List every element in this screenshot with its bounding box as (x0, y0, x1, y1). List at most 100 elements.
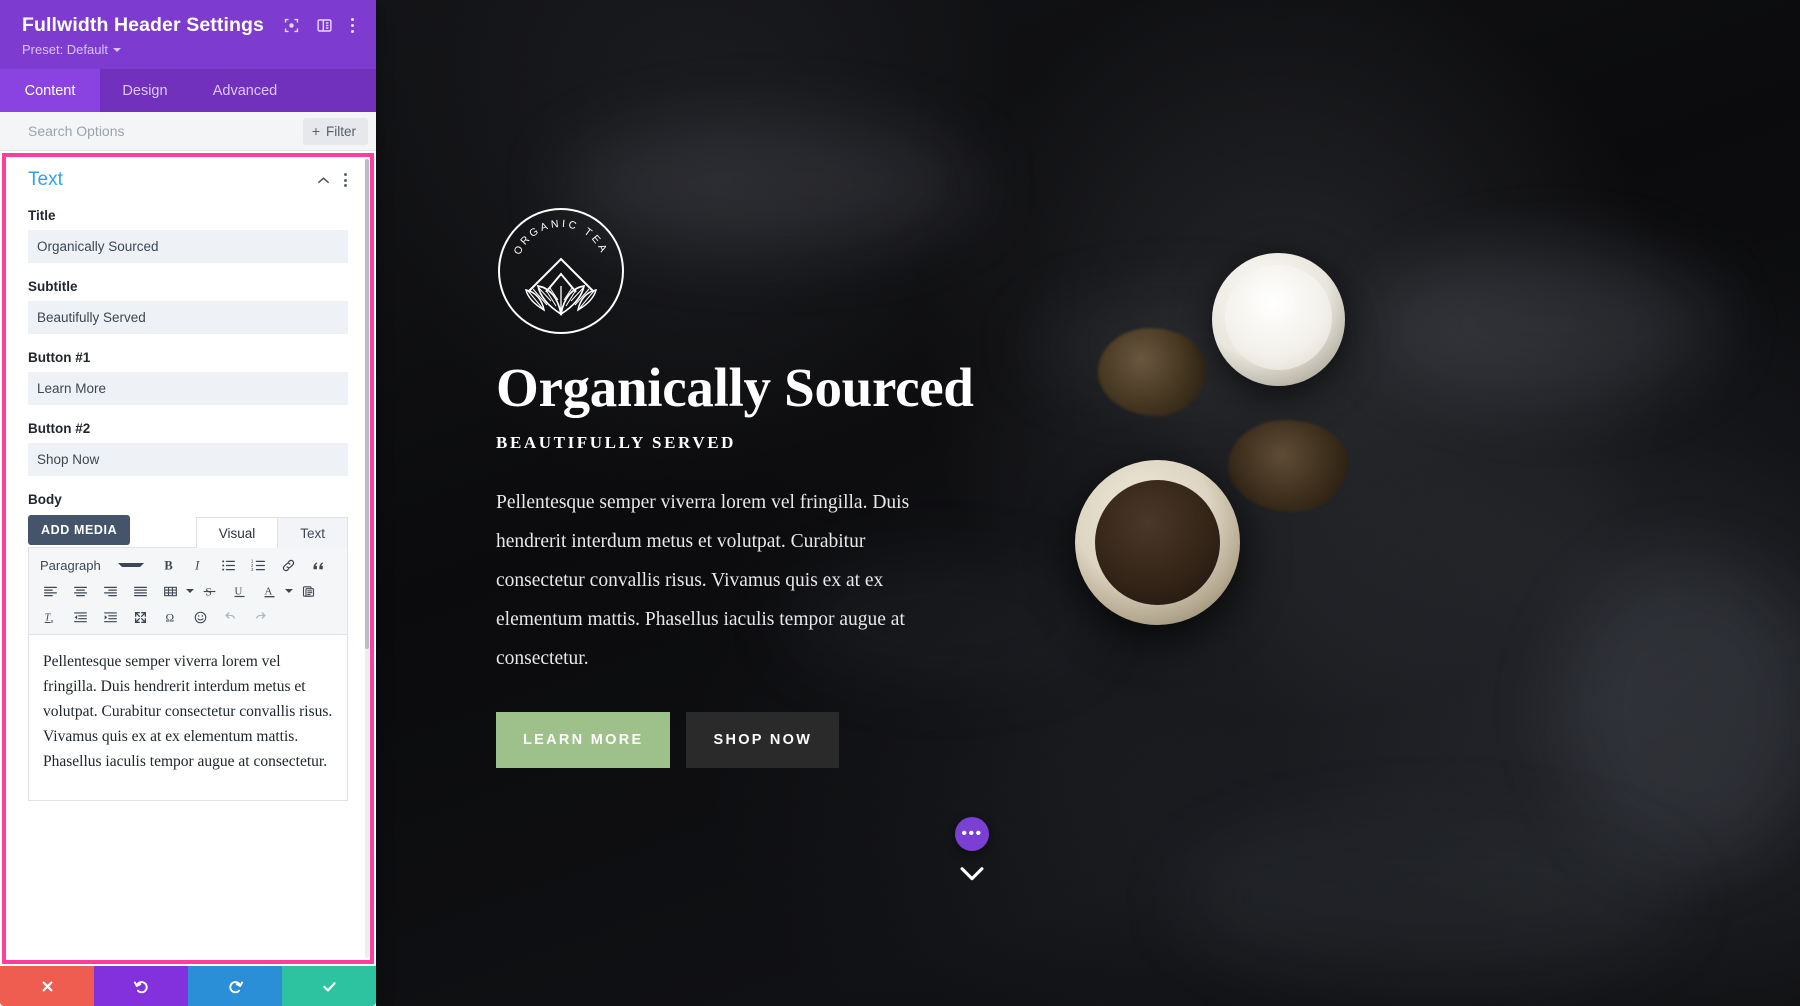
panel-title: Fullwidth Header Settings (22, 14, 264, 36)
button2-field[interactable] (28, 443, 348, 476)
panel-body: Text Title Subtitle B (0, 151, 376, 966)
tea-leaf-pile (1098, 328, 1206, 416)
svg-text:S: S (205, 585, 211, 598)
subtitle-field[interactable] (28, 301, 348, 334)
layout-columns-icon[interactable] (316, 17, 333, 34)
indent-icon[interactable] (95, 605, 125, 630)
hero-body-text: Pellentesque semper viverra lorem vel fr… (496, 492, 910, 670)
svg-text:ORGANIC TEA: ORGANIC TEA (512, 218, 611, 257)
table-icon[interactable] (155, 579, 185, 604)
body-editor-text: Pellentesque semper viverra lorem vel fr… (43, 653, 333, 771)
bold-icon[interactable]: B (153, 553, 183, 578)
tea-bowl-prop (1075, 460, 1240, 625)
save-button[interactable] (282, 966, 376, 1006)
kebab-menu-icon[interactable] (343, 172, 348, 188)
text-color-menu[interactable]: A (254, 579, 293, 604)
strikethrough-icon[interactable]: S (194, 579, 224, 604)
chevron-down-icon (118, 563, 144, 567)
svg-text:Ω: Ω (165, 611, 174, 624)
fullscreen-icon[interactable] (125, 605, 155, 630)
bulleted-list-icon[interactable] (213, 553, 243, 578)
body-rich-text-editor: ADD MEDIA Visual Text Paragraph B I 1 2 … (28, 514, 348, 801)
body-editor-content-area[interactable]: Pellentesque semper viverra lorem vel fr… (28, 635, 348, 801)
text-section-header: Text (28, 169, 348, 191)
format-select[interactable]: Paragraph (35, 553, 153, 578)
panel-action-bar (0, 966, 376, 1006)
button1-field[interactable] (28, 372, 348, 405)
redo-button[interactable] (188, 966, 282, 1006)
field-subtitle: Subtitle (28, 279, 348, 334)
undo-button[interactable] (94, 966, 188, 1006)
editor-toolbar: Paragraph B I 1 2 3 S U A T x Ω (28, 547, 348, 635)
align-right-icon[interactable] (95, 579, 125, 604)
hero-title: Organically Sourced (496, 357, 974, 418)
field-title: Title (28, 208, 348, 263)
tab-advanced[interactable]: Advanced (190, 69, 300, 112)
underline-icon[interactable]: U (224, 579, 254, 604)
focus-target-icon[interactable] (283, 17, 300, 34)
format-select-value: Paragraph (40, 557, 101, 573)
clear-formatting-icon[interactable]: T x (35, 605, 65, 630)
align-left-icon[interactable] (35, 579, 65, 604)
redo-icon[interactable] (245, 605, 275, 630)
filter-label: Filter (326, 123, 356, 139)
field-label: Title (28, 208, 56, 223)
italic-icon[interactable]: I (183, 553, 213, 578)
field-button1: Button #1 (28, 350, 348, 405)
editor-tab-text[interactable]: Text (277, 517, 348, 548)
chevron-up-icon[interactable] (317, 174, 330, 187)
search-input[interactable] (28, 123, 303, 139)
tab-content[interactable]: Content (0, 69, 100, 112)
field-label: Button #1 (28, 350, 91, 365)
panel-scrollbar-thumb[interactable] (365, 159, 369, 649)
page-settings-fab[interactable]: ••• (955, 817, 989, 851)
section-title: Text (28, 169, 63, 190)
align-justify-icon[interactable] (125, 579, 155, 604)
numbered-list-icon[interactable]: 1 2 3 (243, 553, 273, 578)
hero-buttons: LEARN MORE SHOP NOW (496, 712, 1056, 769)
field-label: Body (28, 492, 62, 507)
text-color-icon[interactable]: A (254, 579, 284, 604)
add-media-button[interactable]: ADD MEDIA (28, 515, 131, 545)
close-icon (42, 981, 52, 991)
plus-icon: + (311, 123, 320, 139)
chevron-down-icon[interactable] (955, 856, 989, 890)
paste-icon[interactable] (293, 579, 323, 604)
svg-text:B: B (164, 558, 172, 572)
undo-icon[interactable] (215, 605, 245, 630)
field-label: Subtitle (28, 279, 78, 294)
organic-tea-logo: ORGANIC TEA (496, 206, 626, 336)
search-bar: + Filter (0, 112, 376, 151)
editor-tab-visual[interactable]: Visual (195, 517, 279, 548)
preset-label: Preset: Default (22, 42, 108, 57)
blockquote-icon[interactable] (303, 553, 333, 578)
redo-icon (228, 980, 243, 993)
hero-content: ORGANIC TEA Organically Sourced BEAUTIFU… (496, 206, 1056, 769)
tea-leaf-pile (1228, 420, 1348, 512)
tab-design[interactable]: Design (100, 69, 190, 112)
check-icon (322, 981, 336, 992)
discard-button[interactable] (0, 966, 94, 1006)
emoji-icon[interactable] (185, 605, 215, 630)
field-button2: Button #2 (28, 421, 348, 476)
field-label: Button #2 (28, 421, 91, 436)
svg-text:U: U (234, 585, 242, 597)
toolbar-row-1: Paragraph B I 1 2 3 (35, 552, 345, 578)
hero-learn-more-button[interactable]: LEARN MORE (496, 712, 671, 769)
svg-text:x: x (50, 618, 53, 624)
outdent-icon[interactable] (65, 605, 95, 630)
align-center-icon[interactable] (65, 579, 95, 604)
filter-button[interactable]: + Filter (302, 117, 368, 145)
title-field[interactable] (28, 230, 348, 263)
special-character-icon[interactable]: Ω (155, 605, 185, 630)
link-icon[interactable] (273, 553, 303, 578)
hero-subtitle: BEAUTIFULLY SERVED (496, 433, 737, 453)
chevron-down-icon (113, 47, 121, 52)
kebab-menu-icon[interactable] (349, 16, 356, 35)
table-menu[interactable] (155, 579, 194, 604)
chevron-down-icon (186, 589, 194, 593)
hero-shop-now-button[interactable]: SHOP NOW (686, 712, 840, 769)
panel-header: Fullwidth Header Settings Preset: Defaul… (0, 0, 376, 69)
preset-selector[interactable]: Preset: Default (22, 42, 358, 57)
undo-icon (133, 980, 148, 993)
